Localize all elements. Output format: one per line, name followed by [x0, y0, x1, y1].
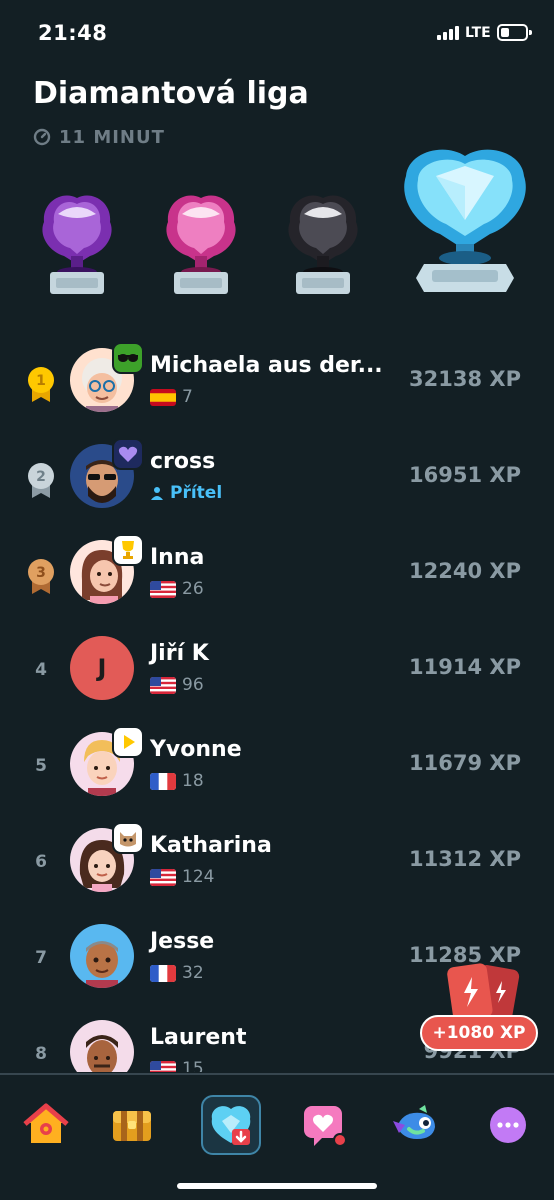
svg-text:1: 1	[36, 373, 46, 389]
cat-icon	[112, 822, 144, 854]
user-name: Inna	[150, 545, 205, 570]
user-name: Michaela aus der...	[150, 353, 383, 378]
treasure-chest-icon	[113, 1111, 151, 1141]
usa-flag-icon	[150, 676, 176, 694]
leaderboard-row[interactable]: 5 Yvonne 18 11679 XP	[0, 716, 554, 812]
user-stats: 124	[150, 867, 214, 887]
rank-number: 8	[35, 1044, 47, 1064]
rank-number: 6	[35, 852, 47, 872]
rank-number: 5	[35, 756, 47, 776]
more-tab[interactable]	[482, 1099, 534, 1151]
usa-flag-icon	[150, 1060, 176, 1072]
status-bar: 21:48 LTE	[0, 0, 554, 66]
rank-number: 7	[35, 948, 47, 968]
leaderboard-row[interactable]: 6 Katharina 124 11312 XP	[0, 812, 554, 908]
avatar-letter: J	[97, 654, 107, 682]
page-title: Diamantová liga	[33, 76, 309, 111]
user-stats: 96	[150, 675, 204, 695]
streak-count: 26	[182, 579, 204, 599]
status-time: 21:48	[38, 21, 108, 45]
heart-icon	[112, 438, 144, 470]
heart-message-icon	[304, 1106, 347, 1147]
bird-icon	[393, 1105, 435, 1139]
more-dots-icon	[490, 1107, 526, 1143]
streak-count: 96	[182, 675, 204, 695]
person-icon	[151, 487, 163, 500]
user-name: Jiří K	[150, 641, 209, 666]
leaderboard-row[interactable]: 3 Inna 26 12240 XP	[0, 524, 554, 620]
streak-count: 15	[182, 1059, 204, 1072]
xp-value: 11914 XP	[409, 655, 521, 679]
xp-boost-label: +1080 XP	[420, 1015, 538, 1051]
user-name: Jesse	[150, 929, 215, 954]
pearl-trophy-icon	[166, 195, 236, 294]
leaderboard-list[interactable]: 1 Michaela aus der... 7 32138 XP 2 cross…	[0, 332, 554, 1072]
user-name: Laurent	[150, 1025, 247, 1050]
user-stats: 32	[150, 963, 204, 983]
leaderboard-tab[interactable]	[201, 1095, 261, 1155]
friend-text: Přítel	[170, 483, 223, 503]
user-name: Katharina	[150, 833, 272, 858]
usa-flag-icon	[150, 868, 176, 886]
bottom-tab-bar	[0, 1073, 554, 1200]
obsidian-trophy-icon	[288, 195, 358, 294]
friend-label: Přítel	[150, 483, 222, 503]
home-indicator	[177, 1183, 377, 1189]
silver-medal-icon: 2	[28, 463, 54, 498]
play-icon	[112, 726, 144, 758]
user-stats: 18	[150, 771, 204, 791]
hearts-tab[interactable]	[298, 1099, 350, 1151]
user-stats: 26	[150, 579, 204, 599]
avatar	[70, 924, 134, 988]
xp-value: 12240 XP	[409, 559, 521, 583]
avatar: J	[70, 636, 134, 700]
streak-count: 32	[182, 963, 204, 983]
user-stats: 7	[150, 387, 193, 407]
usa-flag-icon	[150, 580, 176, 598]
amethyst-trophy-icon	[42, 195, 112, 294]
xp-value: 11312 XP	[409, 847, 521, 871]
user-name: cross	[150, 449, 216, 474]
trophy-icon	[112, 534, 144, 566]
france-flag-icon	[150, 964, 176, 982]
network-label: LTE	[465, 25, 491, 41]
rank-number: 4	[35, 660, 47, 680]
streak-count: 7	[182, 387, 193, 407]
streak-count: 18	[182, 771, 204, 791]
leaderboard-shield-icon	[211, 1106, 251, 1145]
france-flag-icon	[150, 772, 176, 790]
xp-value: 32138 XP	[409, 367, 521, 391]
battery-icon	[497, 24, 532, 41]
svg-text:2: 2	[36, 469, 46, 485]
xp-boost-badge[interactable]: +1080 XP	[420, 963, 538, 1053]
svg-text:3: 3	[36, 565, 46, 581]
shop-tab[interactable]	[389, 1099, 441, 1151]
avatar	[70, 1020, 134, 1072]
user-name: Yvonne	[150, 737, 242, 762]
xp-boost-cards-icon	[447, 963, 520, 1021]
xp-value: 16951 XP	[409, 463, 521, 487]
spain-flag-icon	[150, 388, 176, 406]
signal-icon	[437, 26, 461, 40]
user-stats: 15	[150, 1059, 204, 1072]
house-icon	[23, 1103, 69, 1143]
chest-tab[interactable]	[106, 1099, 158, 1151]
leaderboard-row[interactable]: 1 Michaela aus der... 7 32138 XP	[0, 332, 554, 428]
streak-count: 124	[182, 867, 215, 887]
home-tab[interactable]	[20, 1099, 72, 1151]
bronze-medal-icon: 3	[28, 559, 54, 594]
leaderboard-row[interactable]: 4 J Jiří K 96 11914 XP	[0, 620, 554, 716]
xp-value: 11679 XP	[409, 751, 521, 775]
league-trophies	[0, 140, 554, 310]
sunglasses-icon	[112, 342, 144, 374]
gold-medal-icon: 1	[28, 367, 54, 402]
diamond-trophy-icon	[404, 149, 526, 292]
leaderboard-row[interactable]: 2 cross Přítel 16951 XP	[0, 428, 554, 524]
